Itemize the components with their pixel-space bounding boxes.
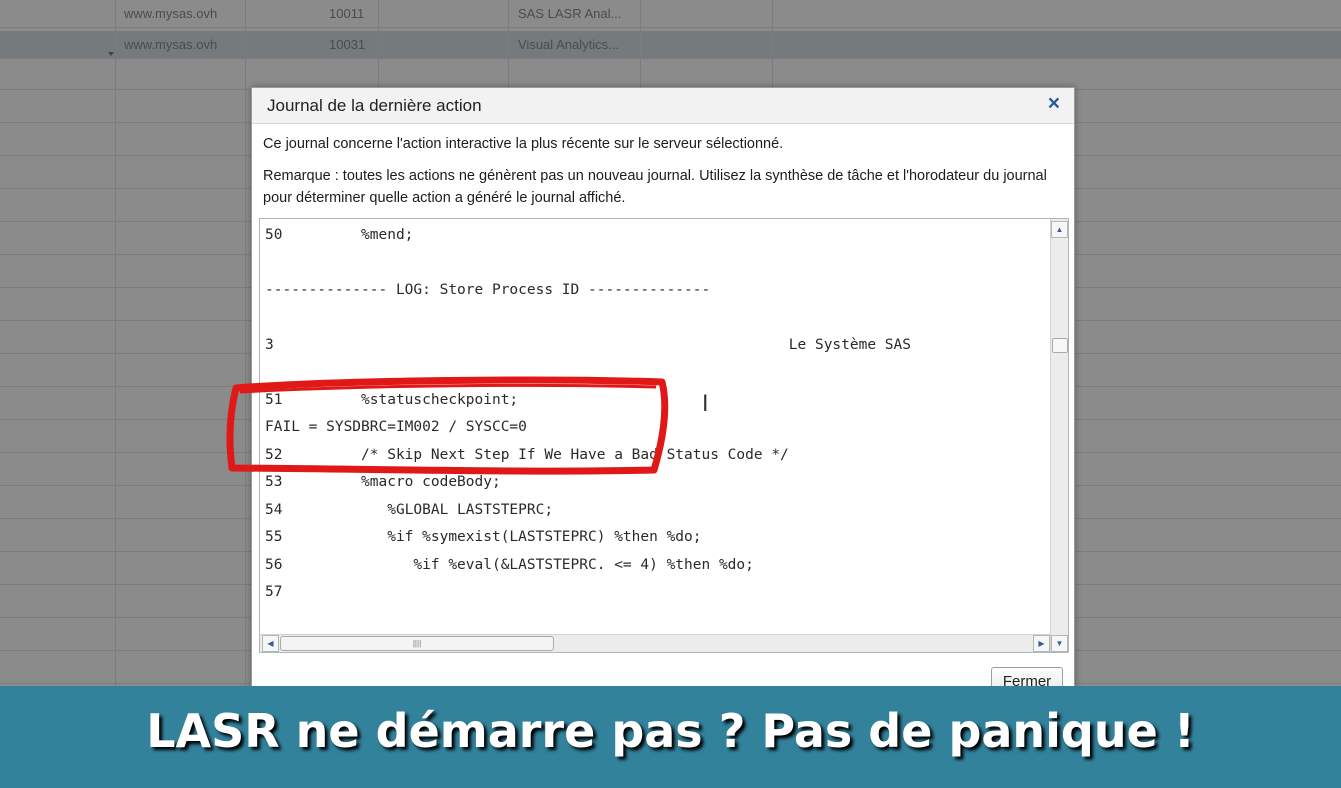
host-cell: www.mysas.ovh xyxy=(124,37,218,52)
log-line: 50 %mend; xyxy=(265,227,414,243)
vertical-scrollbar[interactable]: ▲ ▼ xyxy=(1050,219,1068,652)
column-divider xyxy=(245,0,246,690)
port-cell: 10011 xyxy=(329,6,365,21)
log-line: 54 %GLOBAL LASTSTEPRC; xyxy=(265,502,554,518)
product-cell: Visual Analytics... xyxy=(518,37,619,52)
dialog-title: Journal de la dernière action xyxy=(267,96,482,115)
scroll-down-icon[interactable]: ▼ xyxy=(1051,635,1068,652)
column-divider xyxy=(115,0,116,690)
caption-text: LASR ne démarre pas ? Pas de panique ! xyxy=(146,704,1195,758)
table-row[interactable]: www.mysas.ovh 10011 SAS LASR Anal... xyxy=(0,0,1341,28)
log-line: -------------- LOG: Store Process ID ---… xyxy=(265,282,711,298)
port-cell: 10031 xyxy=(329,37,366,52)
highlight-annotation xyxy=(226,376,669,475)
log-line: 57 xyxy=(265,584,283,600)
product-cell: SAS LASR Anal... xyxy=(518,6,622,21)
log-line: 3 Le Système SAS xyxy=(265,337,912,353)
text-cursor-icon: I xyxy=(702,392,709,417)
scroll-up-icon[interactable]: ▲ xyxy=(1051,221,1068,238)
scroll-right-icon[interactable]: ▶ xyxy=(1033,635,1050,652)
table-row[interactable]: www.mysas.ovh 10031 Visual Analytics... xyxy=(0,31,1341,59)
dialog-note: Remarque : toutes les actions ne génèren… xyxy=(263,168,1047,206)
scroll-left-icon[interactable]: ◀ xyxy=(262,635,279,652)
close-icon[interactable]: × xyxy=(1048,92,1060,116)
horizontal-scroll-thumb[interactable]: |||| xyxy=(280,636,554,651)
host-cell: www.mysas.ovh xyxy=(124,6,218,21)
dialog-header: Journal de la dernière action × xyxy=(252,88,1074,124)
dialog-intro: Ce journal concerne l'action interactive… xyxy=(263,136,784,152)
table-row xyxy=(0,62,1341,90)
log-line: 56 %if %eval(&LASTSTEPRC. <= 4) %then %d… xyxy=(265,557,754,573)
horizontal-scrollbar[interactable]: ◀ |||| ▶ xyxy=(260,634,1050,652)
row-expander-icon xyxy=(108,52,114,56)
caption-banner: LASR ne démarre pas ? Pas de panique ! xyxy=(0,686,1341,788)
log-line: 55 %if %symexist(LASTSTEPRC) %then %do; xyxy=(265,529,702,545)
vertical-scroll-thumb[interactable] xyxy=(1052,338,1068,353)
